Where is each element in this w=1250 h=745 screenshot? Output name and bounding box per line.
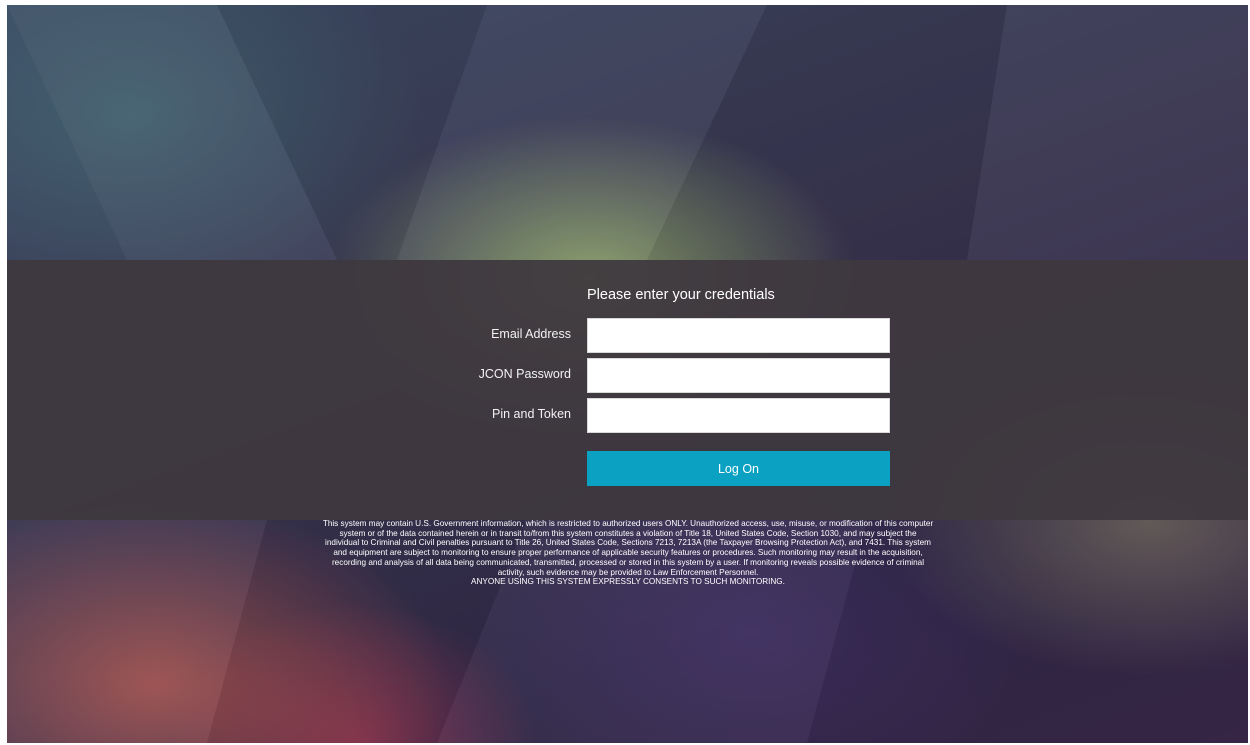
security-notice: This system may contain U.S. Government …	[322, 519, 934, 587]
login-page: Please enter your credentials Email Addr…	[7, 5, 1248, 743]
log-on-button[interactable]: Log On	[587, 451, 890, 486]
credentials-heading: Please enter your credentials	[587, 287, 775, 303]
monitoring-consent: ANYONE USING THIS SYSTEM EXPRESSLY CONSE…	[471, 577, 785, 587]
email-field[interactable]	[587, 318, 890, 353]
password-field[interactable]	[587, 358, 890, 393]
security-notice-body: This system may contain U.S. Government …	[322, 519, 934, 577]
pin-token-field[interactable]	[587, 398, 890, 433]
email-label: Email Address	[491, 327, 571, 341]
pin-token-label: Pin and Token	[492, 407, 571, 421]
password-label: JCON Password	[478, 367, 571, 381]
